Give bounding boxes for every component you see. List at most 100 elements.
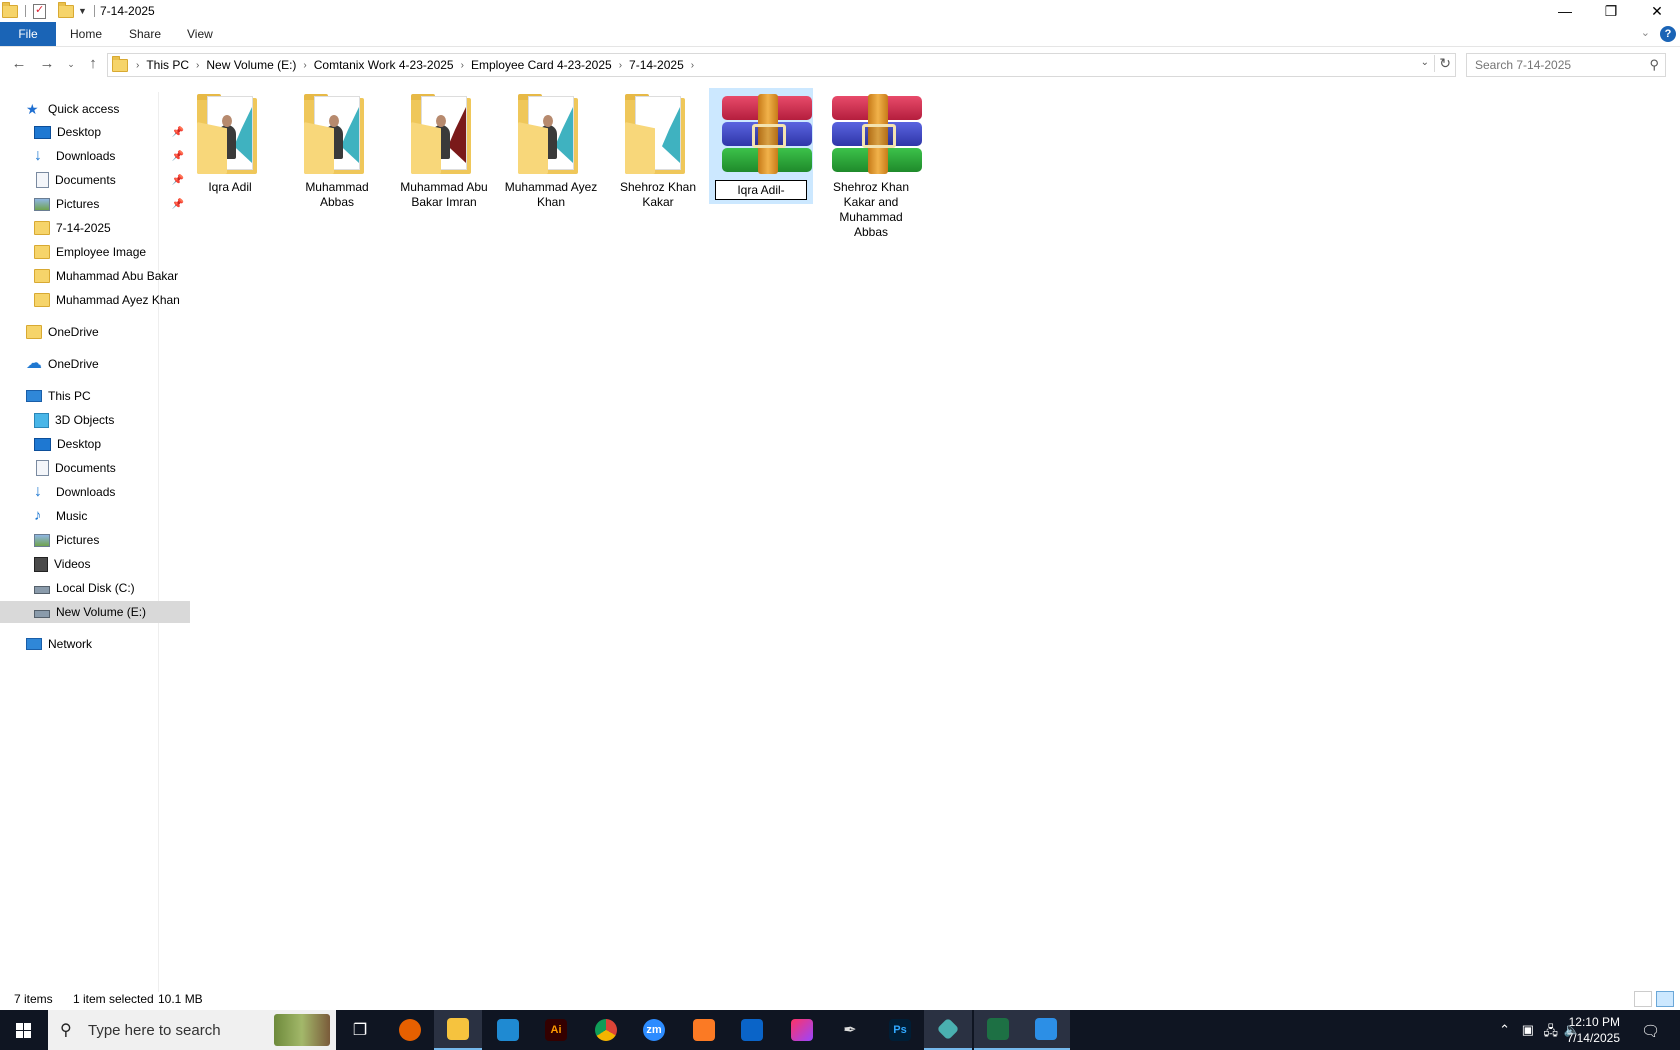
list-item[interactable]: Muhammad Abbas — [285, 88, 389, 238]
recent-locations-icon[interactable]: ⌄ — [60, 55, 82, 73]
breadcrumb-this-pc[interactable]: This PC — [143, 58, 192, 72]
firefox-icon — [399, 1019, 421, 1041]
customize-toolbar-icon[interactable]: ▼ — [78, 6, 87, 16]
illustrator-app[interactable]: Ai — [532, 1010, 580, 1050]
up-arrow-icon[interactable]: ↑ — [82, 55, 104, 73]
vscode-app[interactable] — [484, 1010, 532, 1050]
zoom-app[interactable]: zm — [630, 1010, 678, 1050]
restore-button[interactable]: ❐ — [1588, 0, 1634, 22]
nav-this-pc[interactable]: This PC — [0, 385, 182, 407]
chevron-right-icon[interactable]: › — [192, 60, 203, 71]
search-box[interactable]: ⚲ — [1466, 53, 1666, 77]
chevron-right-icon[interactable]: › — [457, 60, 468, 71]
tab-file[interactable]: File — [0, 22, 56, 46]
new-folder-icon[interactable] — [58, 1, 74, 18]
breadcrumb-comtanix-work[interactable]: Comtanix Work 4-23-2025 — [311, 58, 457, 72]
tab-share[interactable]: Share — [129, 22, 161, 46]
nav-onedrive[interactable]: ☁ OneDrive — [0, 353, 182, 375]
address-bar[interactable]: › This PC › New Volume (E:) › Comtanix W… — [107, 53, 1456, 77]
notifications-icon[interactable]: 🗨 — [1641, 1022, 1660, 1040]
chrome-app[interactable] — [582, 1010, 630, 1050]
large-icons-view-icon[interactable] — [1656, 991, 1674, 1007]
nav-videos[interactable]: Videos — [0, 553, 190, 575]
task-view-button[interactable]: ❐ — [336, 1010, 384, 1050]
clock-date: 7/14/2025 — [1566, 1031, 1620, 1045]
list-item[interactable]: Shehroz Khan Kakar — [606, 88, 710, 238]
folder-icon — [185, 92, 275, 180]
list-item[interactable]: Muhammad Ayez Khan — [499, 88, 603, 238]
close-button[interactable]: ✕ — [1634, 0, 1680, 22]
paint-app[interactable] — [1022, 1010, 1070, 1050]
refresh-icon[interactable]: ↻ — [1434, 55, 1451, 72]
nav-folder-7-14-2025[interactable]: 7-14-2025 — [0, 217, 190, 239]
list-item[interactable]: Shehroz Khan Kakar and Muhammad Abbas — [819, 88, 923, 239]
list-item-selected[interactable] — [709, 88, 813, 204]
chevron-right-icon[interactable]: › — [687, 60, 698, 71]
network-tray-icon[interactable]: 🖧 — [1544, 1022, 1559, 1044]
outlook-app[interactable] — [728, 1010, 776, 1050]
back-arrow-icon[interactable]: ← — [8, 55, 30, 73]
list-item[interactable]: Iqra Adil — [178, 88, 282, 238]
tab-home[interactable]: Home — [70, 22, 102, 46]
excel-app[interactable] — [974, 1010, 1022, 1050]
chevron-down-icon[interactable]: ⌄ — [1421, 57, 1429, 68]
xampp-app[interactable] — [680, 1010, 728, 1050]
nav-pictures[interactable]: Pictures 📌 — [0, 193, 190, 215]
nav-3d-objects[interactable]: 3D Objects — [0, 409, 190, 431]
clock[interactable]: 12:10 PM 7/14/2025 — [1567, 1014, 1620, 1046]
rename-input[interactable] — [715, 180, 807, 200]
nav-downloads[interactable]: ↓ Downloads 📌 — [0, 145, 190, 167]
app-window-active[interactable] — [924, 1010, 972, 1050]
file-explorer-app[interactable] — [434, 1010, 482, 1050]
chevron-right-icon[interactable]: › — [132, 60, 143, 71]
breadcrumb-current-folder[interactable]: 7-14-2025 — [626, 58, 687, 72]
search-input[interactable] — [1467, 54, 1647, 76]
nav-label: 7-14-2025 — [56, 221, 111, 235]
chevron-right-icon[interactable]: › — [299, 60, 310, 71]
expand-ribbon-icon[interactable]: ⌄ — [1641, 26, 1650, 39]
nav-new-volume-e[interactable]: New Volume (E:) — [0, 601, 190, 623]
nav-documents[interactable]: Documents 📌 — [0, 169, 190, 191]
nav-pc-pictures[interactable]: Pictures — [0, 529, 190, 551]
taskbar-search-text: Type here to search — [88, 1022, 221, 1039]
nav-pc-documents[interactable]: Documents — [0, 457, 190, 479]
windows-logo-icon — [15, 1022, 31, 1038]
nav-music[interactable]: ♪ Music — [0, 505, 190, 527]
folder-icon — [34, 245, 50, 259]
minimize-button[interactable]: — — [1542, 0, 1588, 22]
show-hidden-icons-icon[interactable]: ⌃ — [1499, 1022, 1510, 1038]
xampp-icon — [693, 1019, 715, 1041]
creative-cloud-app[interactable] — [778, 1010, 826, 1050]
nav-onedrive-folder[interactable]: OneDrive — [0, 321, 182, 343]
nav-folder-muhammad-ayez-khan[interactable]: Muhammad Ayez Khan — [0, 289, 190, 311]
taskbar-search[interactable]: ⚲ Type here to search — [48, 1010, 336, 1050]
details-view-icon[interactable] — [1634, 991, 1652, 1007]
help-icon[interactable]: ? — [1660, 26, 1676, 42]
tab-view[interactable]: View — [187, 22, 213, 46]
diamond-app-icon — [936, 1017, 960, 1041]
nav-folder-employee-image[interactable]: Employee Image — [0, 241, 190, 263]
breadcrumb-new-volume[interactable]: New Volume (E:) — [203, 58, 299, 72]
status-bar: 7 items 1 item selected 10.1 MB — [0, 988, 1680, 1010]
nav-local-disk-c[interactable]: Local Disk (C:) — [0, 577, 190, 599]
folder-icon — [34, 293, 50, 307]
forward-arrow-icon[interactable]: → — [36, 55, 58, 73]
photoshop-app[interactable]: Ps — [876, 1010, 924, 1050]
start-button[interactable] — [0, 1010, 46, 1050]
search-highlight-image — [274, 1014, 330, 1046]
properties-icon[interactable] — [33, 3, 46, 19]
nav-label: Quick access — [48, 102, 120, 116]
nav-quick-access[interactable]: ★ Quick access — [0, 98, 182, 120]
nav-pc-downloads[interactable]: ↓ Downloads — [0, 481, 190, 503]
pen-tool-app[interactable]: ✒ — [826, 1010, 874, 1050]
window-title: 7-14-2025 — [100, 4, 155, 18]
tray-app-icon[interactable]: ▣ — [1522, 1022, 1534, 1038]
nav-desktop[interactable]: Desktop 📌 — [0, 121, 190, 143]
nav-folder-muhammad-abu-bakar[interactable]: Muhammad Abu Bakar — [0, 265, 190, 287]
chevron-right-icon[interactable]: › — [615, 60, 626, 71]
nav-pc-desktop[interactable]: Desktop — [0, 433, 190, 455]
list-item[interactable]: Muhammad Abu Bakar Imran — [392, 88, 496, 238]
nav-network[interactable]: Network — [0, 633, 182, 655]
firefox-app[interactable] — [386, 1010, 434, 1050]
breadcrumb-employee-card[interactable]: Employee Card 4-23-2025 — [468, 58, 615, 72]
